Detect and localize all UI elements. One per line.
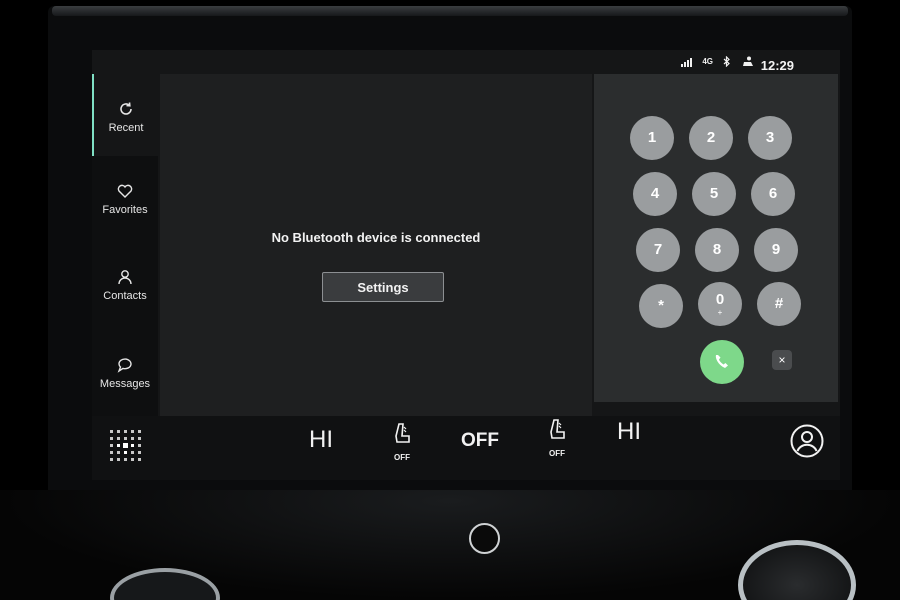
seat-heat-state: OFF bbox=[394, 453, 410, 462]
fan-status[interactable]: OFF bbox=[461, 430, 499, 452]
seat-heat-icon bbox=[550, 419, 565, 439]
key-0[interactable]: 0 + bbox=[698, 282, 742, 326]
climate-bar: HI OFF OFF OFF HI bbox=[92, 416, 840, 480]
sidebar-item-recent[interactable]: Recent bbox=[92, 74, 158, 156]
key-sublabel: + bbox=[717, 308, 723, 317]
key-label: # bbox=[774, 295, 784, 312]
sidebar-item-messages[interactable]: Messages bbox=[92, 328, 158, 418]
key-1[interactable]: 1 bbox=[630, 116, 674, 160]
call-button[interactable] bbox=[700, 340, 744, 384]
sidebar-item-label: Messages bbox=[99, 378, 151, 390]
key-star[interactable]: * bbox=[639, 284, 683, 328]
key-hash[interactable]: # bbox=[757, 282, 801, 326]
person-icon bbox=[118, 270, 132, 285]
key-3[interactable]: 3 bbox=[748, 116, 792, 160]
key-8[interactable]: 8 bbox=[695, 228, 739, 272]
driver-profile-icon bbox=[743, 56, 753, 66]
key-label: 8 bbox=[712, 241, 722, 258]
home-button[interactable] bbox=[469, 523, 500, 554]
clock: 12:29 bbox=[760, 58, 794, 73]
settings-button[interactable]: Settings bbox=[322, 272, 444, 302]
key-9[interactable]: 9 bbox=[754, 228, 798, 272]
sidebar-item-contacts[interactable]: Contacts bbox=[92, 242, 158, 328]
sidebar-item-favorites[interactable]: Favorites bbox=[92, 156, 158, 242]
key-label: 9 bbox=[771, 241, 781, 258]
sidebar-item-label: Favorites bbox=[102, 204, 148, 216]
phone-icon bbox=[715, 355, 728, 368]
key-label: 6 bbox=[768, 185, 778, 202]
key-label: 0 bbox=[715, 291, 725, 308]
seat-heat-state: OFF bbox=[549, 449, 565, 458]
key-label: 5 bbox=[709, 185, 719, 202]
key-label: 7 bbox=[653, 241, 663, 258]
passenger-seat-heat[interactable]: OFF bbox=[544, 418, 570, 458]
key-label: 4 bbox=[650, 185, 660, 202]
network-4g-icon: 4G bbox=[702, 57, 713, 66]
sidebar-item-label: Contacts bbox=[103, 290, 147, 302]
recent-icon bbox=[120, 102, 132, 115]
key-7[interactable]: 7 bbox=[636, 228, 680, 272]
bluetooth-icon bbox=[723, 56, 730, 67]
sidebar-item-label: Recent bbox=[108, 122, 144, 134]
key-label: 1 bbox=[647, 129, 657, 146]
dial-keypad: 1 2 3 4 5 6 7 8 9 * 0 + # × bbox=[594, 74, 838, 402]
driver-temperature[interactable]: HI bbox=[309, 426, 333, 454]
signal-bars-icon bbox=[681, 57, 693, 67]
key-2[interactable]: 2 bbox=[689, 116, 733, 160]
clear-digit-button[interactable]: × bbox=[772, 350, 792, 370]
recent-calls-panel: No Bluetooth device is connected Setting… bbox=[160, 74, 592, 416]
heart-icon bbox=[117, 184, 133, 198]
key-5[interactable]: 5 bbox=[692, 172, 736, 216]
speech-bubble-icon bbox=[117, 358, 132, 373]
key-6[interactable]: 6 bbox=[751, 172, 795, 216]
seat-heat-icon bbox=[395, 423, 410, 443]
apps-grid-icon[interactable] bbox=[108, 428, 146, 466]
driver-seat-heat[interactable]: OFF bbox=[389, 422, 415, 462]
key-4[interactable]: 4 bbox=[633, 172, 677, 216]
no-device-message: No Bluetooth device is connected bbox=[271, 230, 481, 245]
phone-sidebar: Recent Favorites Contacts Messages bbox=[92, 74, 158, 418]
key-label: * bbox=[658, 297, 664, 314]
profile-avatar-icon[interactable] bbox=[790, 424, 824, 458]
infotainment-screen: 4G 12:29 Recent Favorites Contacts Messa… bbox=[92, 50, 840, 480]
bezel-trim bbox=[52, 6, 848, 16]
key-label: 2 bbox=[706, 129, 716, 146]
passenger-temperature[interactable]: HI bbox=[617, 418, 641, 446]
key-label: 3 bbox=[765, 129, 775, 146]
status-bar: 4G 12:29 bbox=[92, 50, 840, 74]
